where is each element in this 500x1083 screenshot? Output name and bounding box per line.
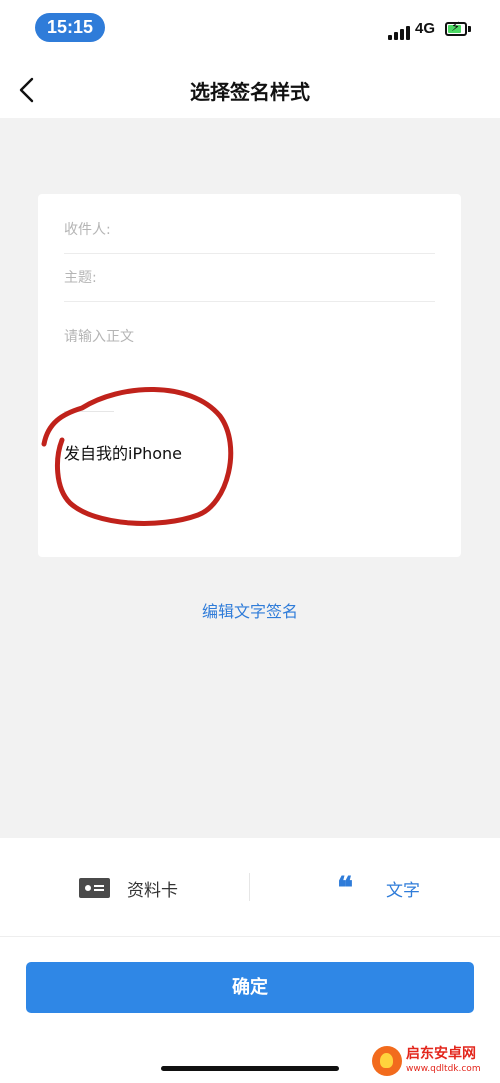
nav-bar: 选择签名样式 xyxy=(0,60,500,118)
recipient-label: 收件人: xyxy=(64,222,111,238)
home-indicator xyxy=(161,1066,339,1071)
watermark-url: www.qdltdk.com xyxy=(406,1064,481,1074)
subject-label: 主题: xyxy=(64,270,97,286)
tab-profile-card-label: 资料卡 xyxy=(127,881,178,901)
quote-icon: ❝ xyxy=(337,871,354,906)
id-card-icon xyxy=(79,878,110,898)
status-bar: 15:15 4G ⚡ xyxy=(0,0,500,60)
tab-text[interactable]: ❝ 文字 xyxy=(250,838,500,936)
signature-text: 发自我的iPhone xyxy=(64,444,183,463)
network-type: 4G xyxy=(415,20,436,37)
battery-tip xyxy=(468,26,471,32)
watermark-name: 启东安卓网 xyxy=(406,1046,476,1062)
tab-text-label: 文字 xyxy=(386,881,420,901)
edit-text-signature-link[interactable]: 编辑文字签名 xyxy=(0,598,500,622)
recipient-field: 收件人: xyxy=(64,206,435,254)
preview-area: 收件人: 主题: 请输入正文 发自我的iPhone 编辑文字签名 xyxy=(0,118,500,838)
confirm-button[interactable]: 确定 xyxy=(26,962,474,1013)
watermark: 启东安卓网 www.qdltdk.com xyxy=(372,1046,500,1080)
signature-style-tabs: 资料卡 ❝ 文字 xyxy=(0,838,500,937)
subject-field: 主题: xyxy=(64,254,435,302)
status-time: 15:15 xyxy=(35,13,105,42)
signal-icon xyxy=(388,24,410,40)
watermark-logo-icon xyxy=(372,1046,402,1076)
tab-profile-card[interactable]: 资料卡 xyxy=(0,838,250,936)
page-title: 选择签名样式 xyxy=(190,80,310,104)
body-placeholder: 请输入正文 xyxy=(64,329,134,345)
battery-charging-icon: ⚡ xyxy=(445,21,467,36)
signature-divider xyxy=(64,411,114,412)
email-preview-card: 收件人: 主题: 请输入正文 发自我的iPhone xyxy=(38,194,461,557)
